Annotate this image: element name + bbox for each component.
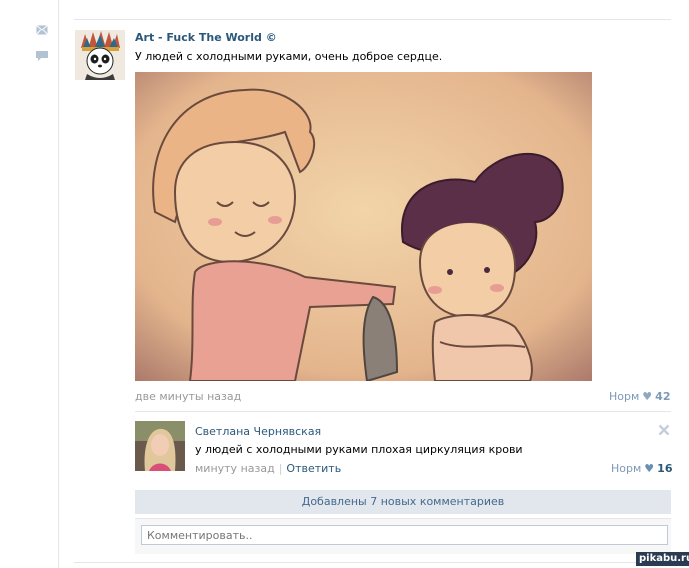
comment-like-count: 16 — [657, 462, 673, 475]
post-like-label: Норм — [609, 390, 640, 403]
author-avatar[interactable] — [75, 30, 125, 80]
commenter-photo — [135, 421, 185, 471]
commenter-avatar[interactable] — [135, 421, 185, 471]
post-like-button[interactable]: Норм ♥ 42 — [609, 390, 670, 403]
meta-separator: | — [278, 462, 283, 475]
comment-like-label: Норм — [611, 462, 642, 475]
post-top-divider — [74, 19, 671, 20]
comment-author[interactable]: Светлана Чернявская — [195, 425, 321, 438]
new-comments-banner[interactable]: Добавлены 7 новых комментариев — [135, 490, 671, 514]
comment-timestamp[interactable]: минуту назад — [195, 462, 275, 475]
comment-input[interactable] — [141, 525, 668, 545]
post-bottom-divider — [74, 562, 671, 563]
close-icon[interactable] — [658, 424, 670, 436]
comment-form — [135, 518, 671, 554]
panda-avatar-image — [75, 30, 125, 80]
comment-like-button[interactable]: Норм ♥ 16 — [611, 462, 672, 475]
post-author[interactable]: Art - Fuck The World © — [135, 31, 277, 44]
heart-icon: ♥ — [644, 462, 655, 475]
comment-text: у людей с холодными руками плохая циркул… — [195, 443, 523, 456]
post-like-count: 42 — [655, 390, 671, 403]
left-divider — [58, 0, 59, 568]
post-timestamp[interactable]: две минуты назад — [135, 390, 241, 403]
heart-icon: ♥ — [642, 390, 653, 403]
reply-link[interactable]: Ответить — [286, 462, 341, 475]
mail-icon[interactable] — [36, 25, 48, 35]
watermark-logo: pikabu.ru — [636, 552, 689, 566]
post-image[interactable] — [135, 72, 592, 381]
comments-divider — [135, 411, 671, 412]
post-text: У людей с холодными руками, очень доброе… — [135, 50, 443, 63]
illustration-boy-girl — [135, 72, 592, 381]
comment-icon[interactable] — [36, 51, 48, 61]
comment-meta: минуту назад | Ответить — [195, 462, 341, 475]
